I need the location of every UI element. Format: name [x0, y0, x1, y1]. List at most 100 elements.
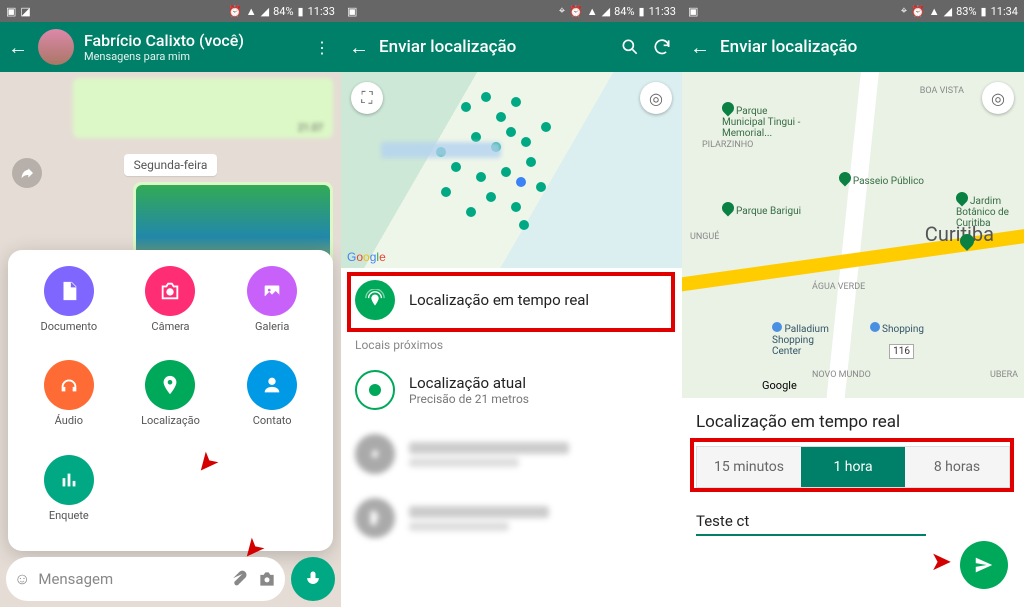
attach-contact[interactable]: Contato	[221, 360, 323, 440]
location-pin-icon	[145, 360, 195, 410]
district-label: ÁGUA VERDE	[812, 282, 865, 292]
contact-name: Fabrício Calixto (você)	[84, 31, 301, 50]
battery-icon: ▮	[981, 5, 987, 18]
battery-icon: ▮	[639, 5, 645, 18]
blurred-label	[381, 142, 501, 158]
refresh-icon[interactable]	[652, 37, 674, 57]
wifi-icon: ▲	[587, 5, 598, 18]
google-logo: Google	[762, 379, 797, 392]
mic-button[interactable]	[291, 557, 335, 601]
battery-text: 83%	[956, 5, 976, 18]
current-location-title: Localização atual	[409, 374, 529, 392]
signal-icon: ◢	[602, 5, 610, 18]
camera-icon	[145, 266, 195, 316]
gps-icon: ⌖	[559, 4, 565, 18]
district-label: NOVO MUNDO	[812, 370, 871, 380]
signal-icon: ◢	[261, 5, 269, 18]
tutorial-highlight	[690, 438, 1014, 492]
nearby-places-label: Locais próximos	[341, 332, 682, 358]
caption-input[interactable]: Teste ct	[696, 512, 926, 536]
input-placeholder: Mensagem	[38, 570, 221, 588]
search-icon[interactable]	[620, 37, 642, 57]
person-icon	[247, 360, 297, 410]
page-title: Enviar localização	[379, 37, 610, 57]
attach-icon[interactable]	[229, 569, 249, 589]
wifi-icon: ▲	[929, 5, 940, 18]
headphones-icon	[44, 360, 94, 410]
district-label: UNGUÉ	[690, 232, 719, 242]
location-header: ← Enviar localização	[341, 22, 682, 72]
notification-icon: ◪	[20, 5, 30, 18]
google-logo: Google	[347, 250, 386, 264]
notification-icon: ▣	[688, 5, 698, 18]
live-location-config-screen: ▣ ⌖ ⏰ ▲ ◢ 83% ▮ 11:34 ← Enviar localizaç…	[682, 0, 1024, 607]
signal-icon: ◢	[944, 5, 952, 18]
alarm-icon: ⏰	[228, 5, 242, 18]
current-location-row[interactable]: Localização atual Precisão de 21 metros	[341, 358, 682, 422]
gps-icon: ⌖	[901, 4, 907, 18]
attach-document[interactable]: Documento	[18, 266, 120, 346]
send-location-screen: ▣ ⌖ ⏰ ▲ ◢ 84% ▮ 11:33 ← Enviar localizaç…	[341, 0, 682, 607]
send-button[interactable]	[960, 541, 1008, 589]
tutorial-highlight	[347, 272, 675, 332]
current-location-sub: Precisão de 21 metros	[409, 392, 529, 406]
map-markers	[341, 72, 682, 268]
clock-text: 11:33	[308, 5, 335, 18]
poll-icon	[44, 455, 94, 505]
my-location-icon[interactable]: ◎	[982, 82, 1014, 114]
camera-icon[interactable]	[257, 569, 277, 589]
map-view[interactable]: ⛶ ◎ Google	[341, 72, 682, 268]
gallery-icon	[247, 266, 297, 316]
nearby-place-row[interactable]	[341, 422, 682, 486]
status-bar: ▣ ⌖ ⏰ ▲ ◢ 84% ▮ 11:33	[341, 0, 682, 22]
back-icon[interactable]: ←	[690, 35, 710, 60]
menu-icon[interactable]: ⋮	[311, 38, 333, 57]
back-icon[interactable]: ←	[349, 35, 369, 60]
district-label: UBERA	[990, 370, 1018, 380]
notification-icon: ▣	[347, 5, 357, 18]
attach-gallery[interactable]: Galeria	[221, 266, 323, 346]
alarm-icon: ⏰	[569, 5, 583, 18]
poi-label: Parque Barigui	[722, 202, 801, 217]
battery-text: 84%	[273, 5, 293, 18]
nearby-place-row[interactable]	[341, 486, 682, 550]
poi-label: Parque Municipal Tingui - Memorial...	[722, 102, 802, 139]
forward-button[interactable]	[12, 158, 42, 188]
status-bar: ▣ ◪ ⏰ ▲ ◢ 84% ▮ 11:33	[0, 0, 341, 22]
attachment-sheet: Documento Câmera Galeria Áudio Localizaç…	[8, 250, 333, 551]
message-time: 21.07	[298, 123, 323, 134]
poi-label: Passeio Público	[839, 172, 924, 187]
gas-icon	[355, 498, 395, 538]
emoji-icon[interactable]: ☺	[14, 569, 30, 589]
route-shield: 116	[889, 344, 914, 359]
attach-audio[interactable]: Áudio	[18, 360, 120, 440]
status-bar: ▣ ⌖ ⏰ ▲ ◢ 83% ▮ 11:34	[682, 0, 1024, 22]
date-chip: Segunda-feira	[124, 154, 218, 176]
tutorial-arrow: ➤	[930, 547, 952, 577]
chat-header[interactable]: ← Fabrício Calixto (você) Mensagens para…	[0, 22, 341, 72]
chat-screen: ▣ ◪ ⏰ ▲ ◢ 84% ▮ 11:33 ← Fabrício Calixto…	[0, 0, 341, 607]
attach-poll[interactable]: Enquete	[18, 455, 120, 535]
target-icon	[355, 370, 395, 410]
page-title: Enviar localização	[720, 37, 1016, 57]
battery-icon: ▮	[298, 5, 304, 18]
map-view[interactable]: ◎ BOA VISTA Parque Municipal Tingui - Me…	[682, 72, 1024, 398]
avatar[interactable]	[38, 29, 74, 65]
sheet-title: Localização em tempo real	[696, 412, 1010, 432]
contact-subtitle: Mensagens para mim	[84, 50, 301, 63]
clock-text: 11:33	[649, 5, 676, 18]
message-input[interactable]: ☺ Mensagem	[6, 557, 285, 601]
attach-location[interactable]: Localização	[120, 360, 222, 440]
district-label: BOA VISTA	[920, 86, 964, 96]
alarm-icon: ⏰	[911, 5, 925, 18]
wifi-icon: ▲	[246, 5, 257, 18]
back-icon[interactable]: ←	[8, 35, 28, 60]
message-input-bar: ☺ Mensagem	[6, 557, 335, 601]
poi-label: Shopping	[870, 322, 924, 335]
poi-label: Palladium Shopping Center	[772, 322, 842, 357]
attach-camera[interactable]: Câmera	[120, 266, 222, 346]
document-icon	[44, 266, 94, 316]
message-bubble[interactable]: 21.07	[73, 78, 333, 138]
live-location-sheet: Localização em tempo real 15 minutos 1 h…	[682, 398, 1024, 550]
clock-text: 11:34	[991, 5, 1018, 18]
